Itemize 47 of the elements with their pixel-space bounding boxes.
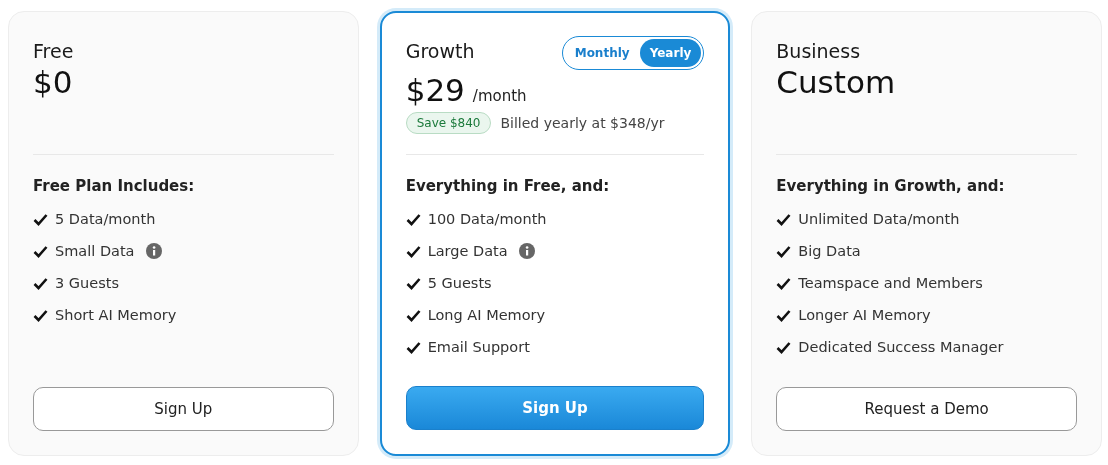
check-icon	[776, 244, 792, 258]
price-unit: /month	[472, 87, 527, 105]
features-heading: Free Plan Includes:	[33, 177, 196, 195]
plan-name: Free	[33, 40, 74, 62]
info-icon[interactable]	[518, 243, 535, 259]
check-icon	[405, 340, 421, 354]
feature-text: 3 Guests	[55, 275, 119, 291]
check-icon	[405, 212, 421, 226]
billing-note: Billed yearly at $348/yr	[500, 115, 665, 131]
feature-text: Long AI Memory	[427, 307, 546, 323]
savings-badge: Save $840	[405, 112, 492, 134]
feature-text: Longer AI Memory	[798, 307, 931, 323]
check-icon	[776, 340, 792, 354]
check-icon	[776, 276, 792, 290]
feature-text: Small Data	[55, 243, 135, 259]
feature-text: 5 Data/month	[55, 211, 156, 227]
check-icon	[33, 308, 48, 322]
feature-text: Large Data	[427, 243, 508, 259]
plan-name: Business	[776, 40, 861, 62]
outline-button[interactable]: Sign Up	[33, 387, 334, 431]
feature-text: Unlimited Data/month	[798, 211, 960, 227]
feature-text: Dedicated Success Manager	[798, 339, 1004, 355]
check-icon	[33, 244, 48, 258]
plan-price: $0	[33, 64, 73, 100]
feature-text: Big Data	[798, 243, 861, 259]
feature-text: Email Support	[427, 339, 530, 355]
info-icon[interactable]	[145, 243, 162, 259]
feature-text: 5 Guests	[427, 275, 492, 291]
check-icon	[776, 308, 792, 322]
outline-button[interactable]: Request a Demo	[776, 387, 1077, 431]
check-icon	[33, 276, 48, 290]
check-icon	[405, 308, 421, 322]
billing-option[interactable]: Yearly	[639, 39, 702, 67]
feature-text: 100 Data/month	[427, 211, 547, 227]
plan-price: Custom	[776, 64, 896, 100]
feature-text: Short AI Memory	[55, 307, 177, 323]
billing-option[interactable]: Monthly	[564, 39, 640, 67]
features-heading: Everything in Free, and:	[405, 177, 611, 195]
check-icon	[405, 276, 421, 290]
feature-text: Teamspace and Members	[798, 275, 983, 291]
check-icon	[33, 212, 48, 226]
primary-button[interactable]: Sign Up	[405, 386, 705, 430]
features-heading: Everything in Growth, and:	[776, 177, 1006, 195]
plan-name: Growth	[405, 40, 475, 62]
check-icon	[776, 212, 792, 226]
plan-price: $29	[405, 72, 465, 108]
check-icon	[405, 244, 421, 258]
